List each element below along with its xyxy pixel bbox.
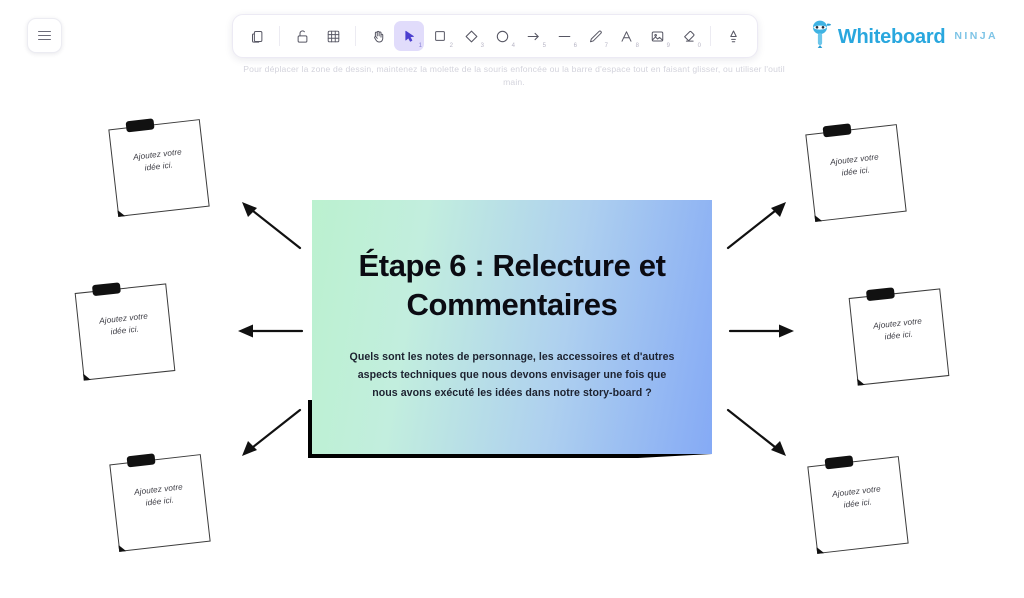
note-corner-fold	[857, 377, 865, 386]
arrow-down-right	[726, 408, 786, 456]
menu-button[interactable]	[27, 18, 62, 53]
diamond-tool-shortcut: 3	[480, 43, 484, 49]
tape-icon	[824, 455, 854, 470]
card-surface: Étape 6 : Relecture et Commentaires Quel…	[312, 200, 712, 454]
select-tool[interactable]: 1	[394, 21, 424, 51]
laser-pointer-icon	[726, 29, 741, 44]
hamburger-icon	[38, 28, 51, 42]
toolbar-divider-2	[355, 26, 356, 46]
eraser-tool-shortcut: 0	[697, 43, 701, 49]
image-tool[interactable]: 9	[642, 21, 672, 51]
tape-icon	[125, 118, 155, 133]
sticky-note-text: Ajoutez votre idée ici.	[829, 152, 880, 178]
sticky-note-text: Ajoutez votre idée ici.	[831, 484, 882, 510]
eraser-icon	[681, 29, 696, 44]
line-tool[interactable]: 6	[549, 21, 579, 51]
sticky-note-top-right[interactable]: Ajoutez votre idée ici.	[805, 123, 907, 222]
note-corner-fold	[83, 372, 91, 381]
clipboard-tool[interactable]	[242, 21, 272, 51]
sticky-note-bottom-left[interactable]: Ajoutez votre idée ici.	[109, 453, 211, 552]
note-corner-fold	[117, 209, 126, 217]
laser-tool[interactable]	[718, 21, 748, 51]
diamond-icon	[464, 29, 479, 44]
app-logo[interactable]: Whiteboard NINJA	[807, 19, 998, 54]
pencil-icon	[588, 29, 603, 44]
note-corner-fold	[816, 546, 825, 554]
arrow-icon	[526, 29, 541, 44]
lock-open-icon	[295, 29, 310, 44]
tape-icon	[822, 123, 852, 138]
sticky-note-text: Ajoutez votre idée ici.	[872, 316, 923, 342]
select-tool-shortcut: 1	[418, 43, 422, 49]
sticky-note-top-left[interactable]: Ajoutez votre idée ici.	[108, 118, 210, 217]
rectangle-tool[interactable]: 2	[425, 21, 455, 51]
sticky-note-middle-right[interactable]: Ajoutez votre idée ici.	[848, 287, 950, 386]
tape-icon	[865, 287, 895, 302]
pan-hint-text: Pour déplacer la zone de dessin, mainten…	[243, 64, 785, 88]
hand-icon	[371, 29, 386, 44]
arrow-tool-shortcut: 5	[542, 43, 546, 49]
text-a-icon	[619, 29, 634, 44]
tape-icon	[126, 453, 156, 468]
cursor-arrow-icon	[402, 29, 417, 44]
sticky-note-text: Ajoutez votre idée ici.	[98, 311, 149, 337]
ellipse-tool[interactable]: 4	[487, 21, 517, 51]
tape-icon	[91, 282, 121, 297]
sticky-note-middle-left[interactable]: Ajoutez votre idée ici.	[74, 282, 176, 381]
draw-tool[interactable]: 7	[580, 21, 610, 51]
draw-tool-shortcut: 7	[604, 43, 608, 49]
logo-wordmark: Whiteboard	[837, 25, 946, 48]
arrow-left	[238, 324, 304, 338]
toolbar[interactable]: 1 2 3 4 5 6 7 8 9 0	[232, 14, 758, 58]
diamond-tool[interactable]: 3	[456, 21, 486, 51]
note-corner-fold	[118, 544, 127, 552]
arrow-up-left	[242, 202, 302, 250]
rectangle-tool-shortcut: 2	[449, 43, 453, 49]
text-tool-shortcut: 8	[635, 43, 639, 49]
arrow-up-right	[726, 202, 786, 250]
lock-tool[interactable]	[287, 21, 317, 51]
arrow-tool[interactable]: 5	[518, 21, 548, 51]
hand-tool[interactable]	[363, 21, 393, 51]
logo-subtitle: NINJA	[954, 30, 998, 43]
arrow-down-left	[242, 408, 302, 456]
text-tool[interactable]: 8	[611, 21, 641, 51]
toolbar-divider-3	[710, 26, 711, 46]
sticky-note-text: Ajoutez votre idée ici.	[132, 147, 183, 173]
circle-icon	[495, 29, 510, 44]
image-icon	[650, 29, 665, 44]
line-icon	[557, 29, 572, 44]
square-icon	[433, 29, 447, 43]
sticky-note-text: Ajoutez votre idée ici.	[133, 482, 184, 508]
toolbar-divider-1	[279, 26, 280, 46]
grid-tool[interactable]	[318, 21, 348, 51]
clipboard-icon	[250, 29, 265, 44]
image-tool-shortcut: 9	[666, 43, 670, 49]
note-corner-fold	[814, 214, 823, 222]
central-card[interactable]: Étape 6 : Relecture et Commentaires Quel…	[308, 200, 712, 458]
eraser-tool[interactable]: 0	[673, 21, 703, 51]
card-title: Étape 6 : Relecture et Commentaires	[358, 247, 666, 323]
line-tool-shortcut: 6	[573, 43, 577, 49]
sticky-note-bottom-right[interactable]: Ajoutez votre idée ici.	[807, 455, 909, 554]
arrow-right	[728, 324, 794, 338]
ellipse-tool-shortcut: 4	[511, 43, 515, 49]
ninja-icon	[807, 19, 833, 54]
grid-icon	[326, 29, 341, 44]
card-body-text: Quels sont les notes de personnage, les …	[349, 350, 675, 399]
whiteboard-canvas[interactable]: 1 2 3 4 5 6 7 8 9 0 Pour déplacer la zon…	[0, 0, 1024, 598]
